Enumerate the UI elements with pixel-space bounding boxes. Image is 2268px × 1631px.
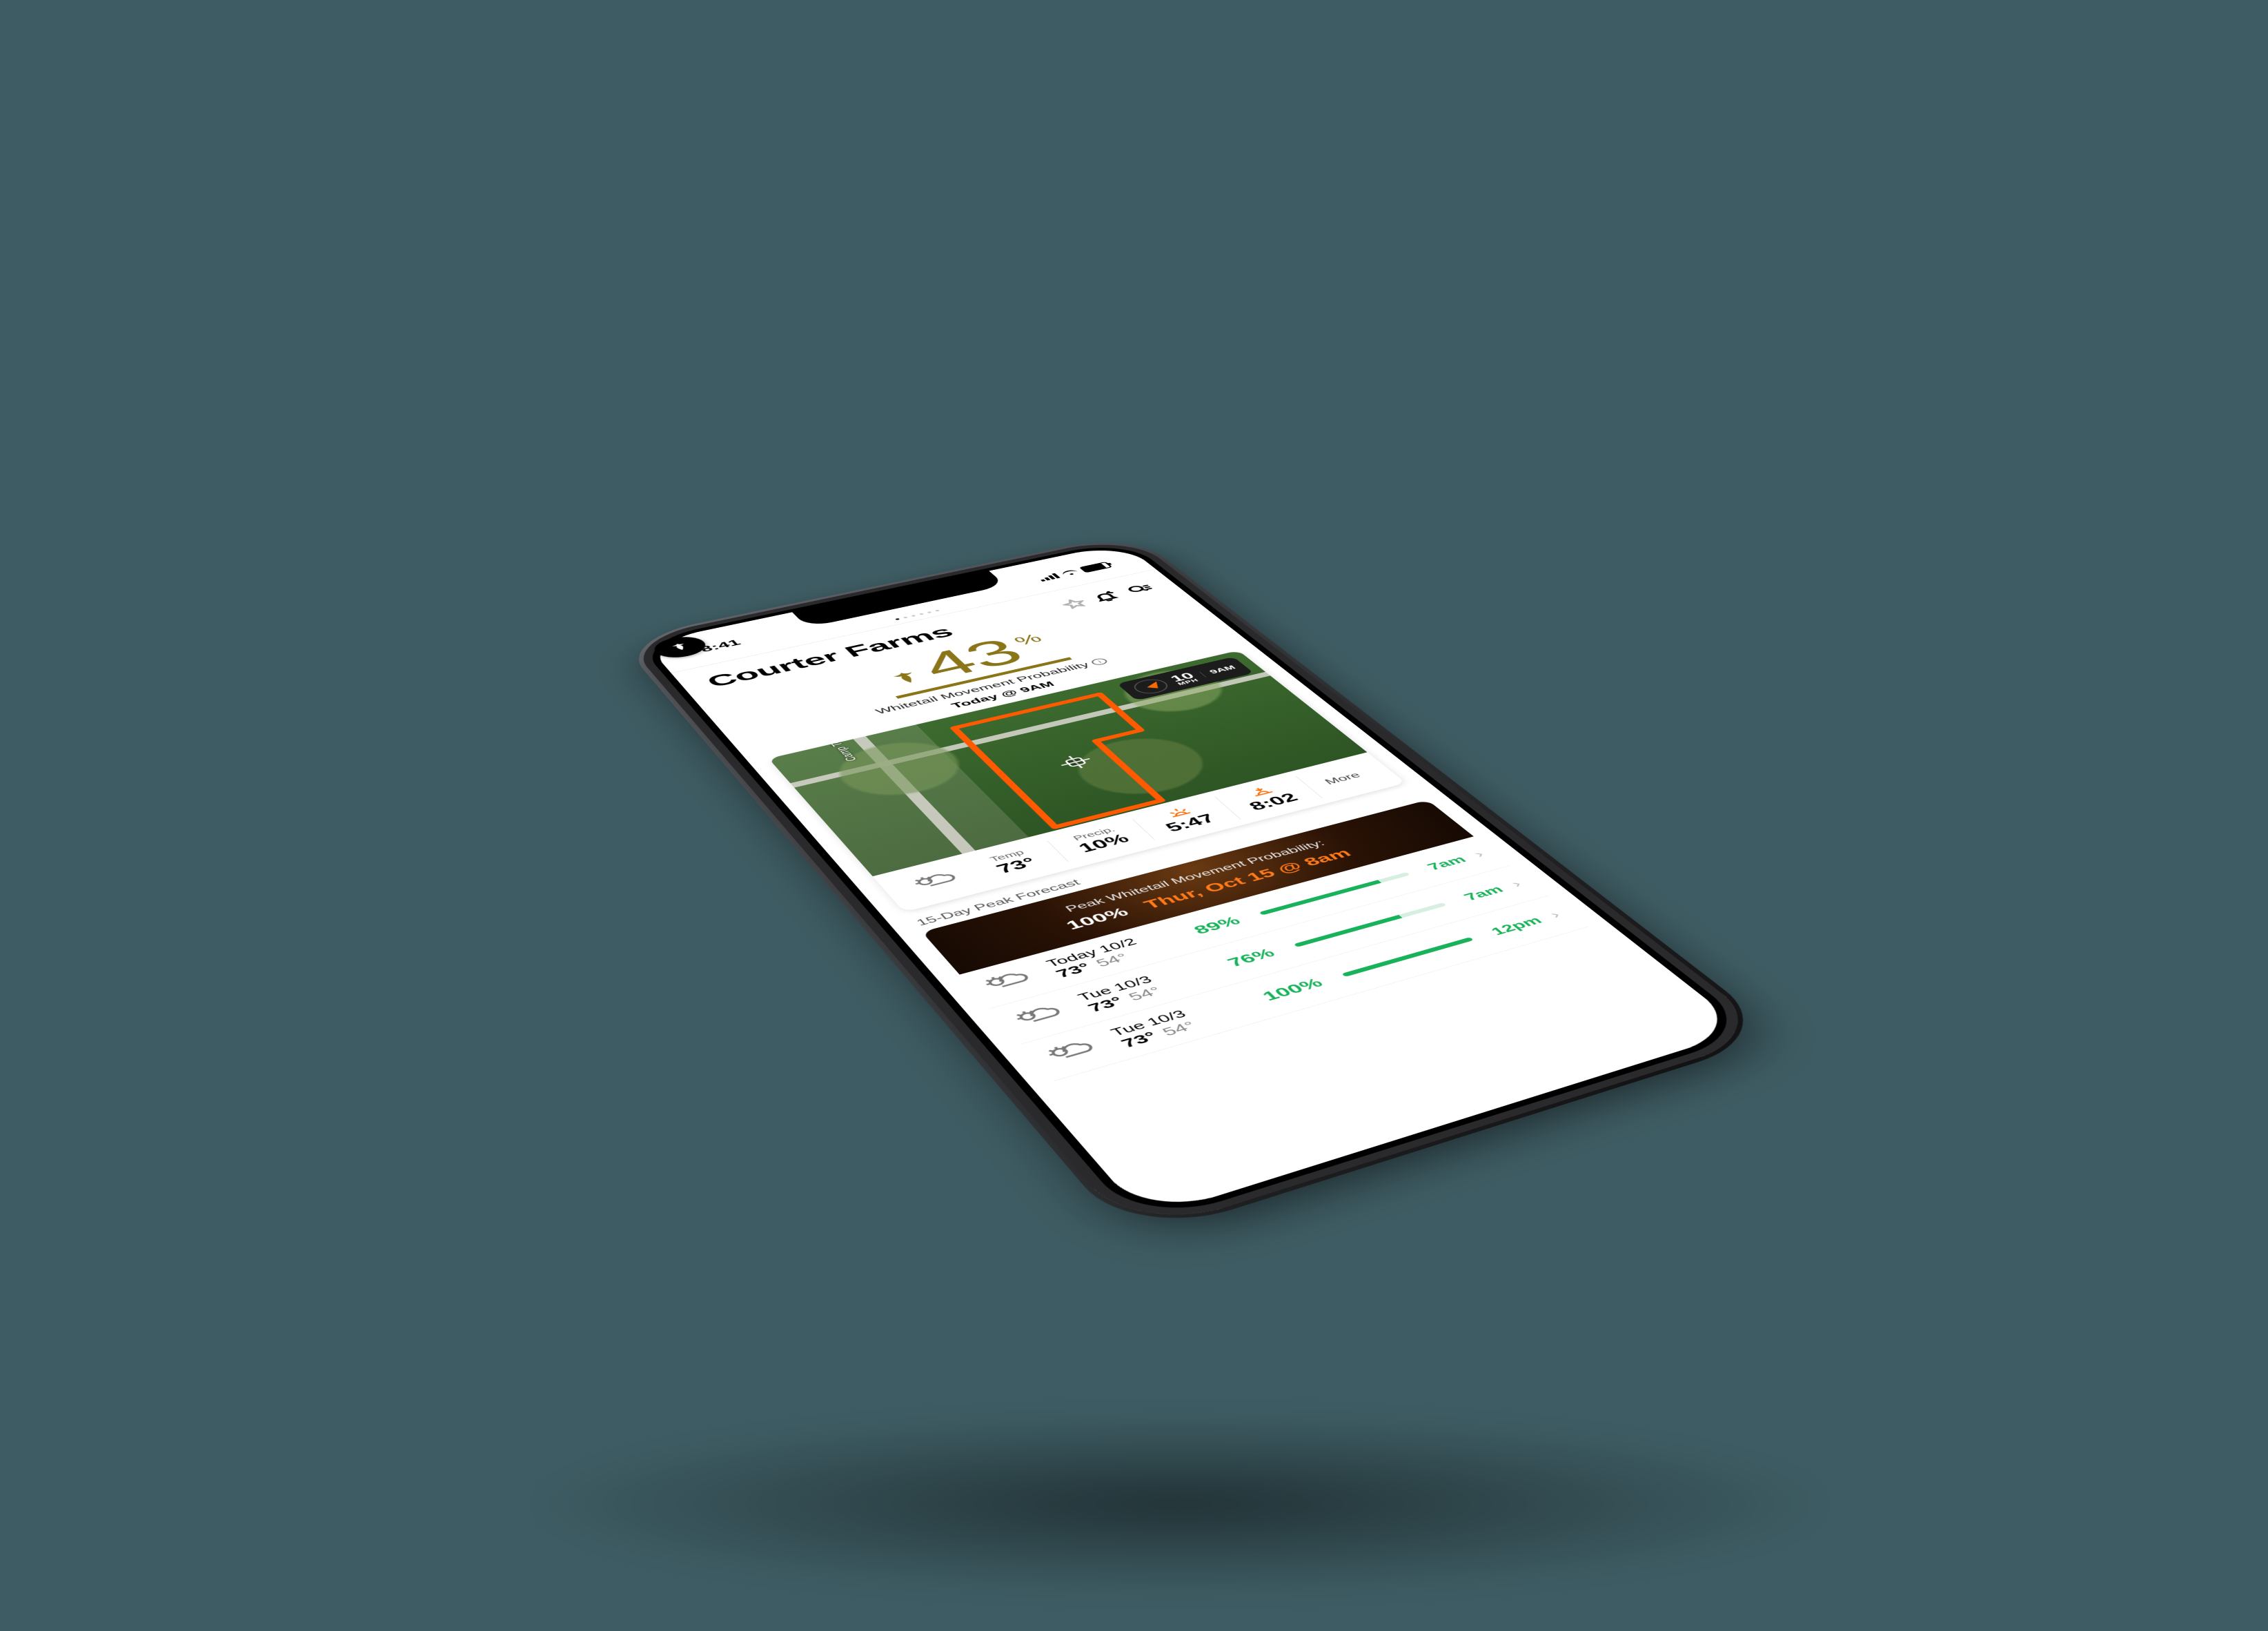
weather-partly-cloudy-icon [918,880,963,895]
forecast-day: Tue 10/3 [1075,957,1216,1003]
compass-icon [1129,677,1173,696]
more-button[interactable]: More [1303,765,1381,791]
probability-bar [1259,872,1410,916]
notifications-bell-icon[interactable] [1089,590,1121,603]
peak-percent: 100% [1063,905,1132,932]
chevron-right-icon: › [1546,909,1565,921]
favorite-star-icon[interactable] [1058,597,1089,610]
temp-cell[interactable]: Temp 73° [959,840,1068,884]
deer-head-icon [662,640,698,655]
forecast-hi: 73° [1053,961,1094,980]
app-screen: 8:41 [645,543,1746,1218]
cellular-signal-icon [1037,573,1061,582]
wifi-icon [1061,569,1079,576]
phone-frame: 8:41 [624,535,1775,1236]
forecast-row[interactable]: Tue 10/3 73°54° 76% 7am › [989,865,1548,1044]
precip-cell[interactable]: Precip. 10% [1047,819,1155,862]
forecast-list: Today 10/2 73°54° 89% 7am › [960,836,1588,1081]
precip-value: 10% [1058,828,1149,860]
score-percent-sign: % [1009,631,1046,649]
forecast-day: Tue 10/3 [1107,991,1251,1039]
forecast-probability: 100% [1259,976,1327,1004]
forecast-hi: 73° [1085,995,1127,1015]
forecast-probability: 76% [1223,946,1279,970]
forecast-probability: 89% [1190,914,1245,937]
forecast-lo: 54° [1093,951,1132,969]
search-menu-icon[interactable] [1123,582,1156,596]
probability-bar [1294,902,1447,947]
forecast-day: Today 10/2 [1043,925,1182,969]
more-label: More [1308,767,1377,789]
forecast-row[interactable]: Today 10/2 73°54° 89% 7am › [960,836,1511,1009]
peak-label: Peak Whitetail Movement Probability: [950,812,1428,944]
wind-time: 9AM [1199,664,1238,677]
peak-datetime: Thur, Oct 15 @ 8am [1140,847,1355,911]
peak-banner[interactable]: Peak Whitetail Movement Probability: 100… [922,800,1474,974]
temp-label: Temp [964,843,1050,870]
forecast-peak-time: 7am [1423,853,1469,872]
chevron-right-icon: › [1507,878,1526,890]
temp-value: 73° [971,849,1063,882]
weather-partly-cloudy-icon [978,965,1048,997]
precip-label: Precip. [1052,821,1136,847]
weather-partly-cloudy-icon [1008,998,1080,1032]
forecast-hi: 73° [1118,1029,1161,1050]
forecast-peak-time: 12pm [1487,914,1546,938]
sunrise-icon [1167,809,1195,820]
weather-partly-cloudy-icon [1040,1034,1113,1069]
chevron-right-icon: › [1470,849,1488,860]
probability-bar [1341,937,1474,977]
forecast-row[interactable]: Tue 10/3 73°54° 100% 12pm › [1021,896,1588,1081]
forecast-lo: 54° [1158,1019,1199,1038]
info-icon[interactable]: i [1089,658,1110,666]
forecast-lo: 54° [1125,985,1165,1003]
forecast-peak-time: 7am [1460,883,1507,902]
deer-icon [881,667,932,690]
